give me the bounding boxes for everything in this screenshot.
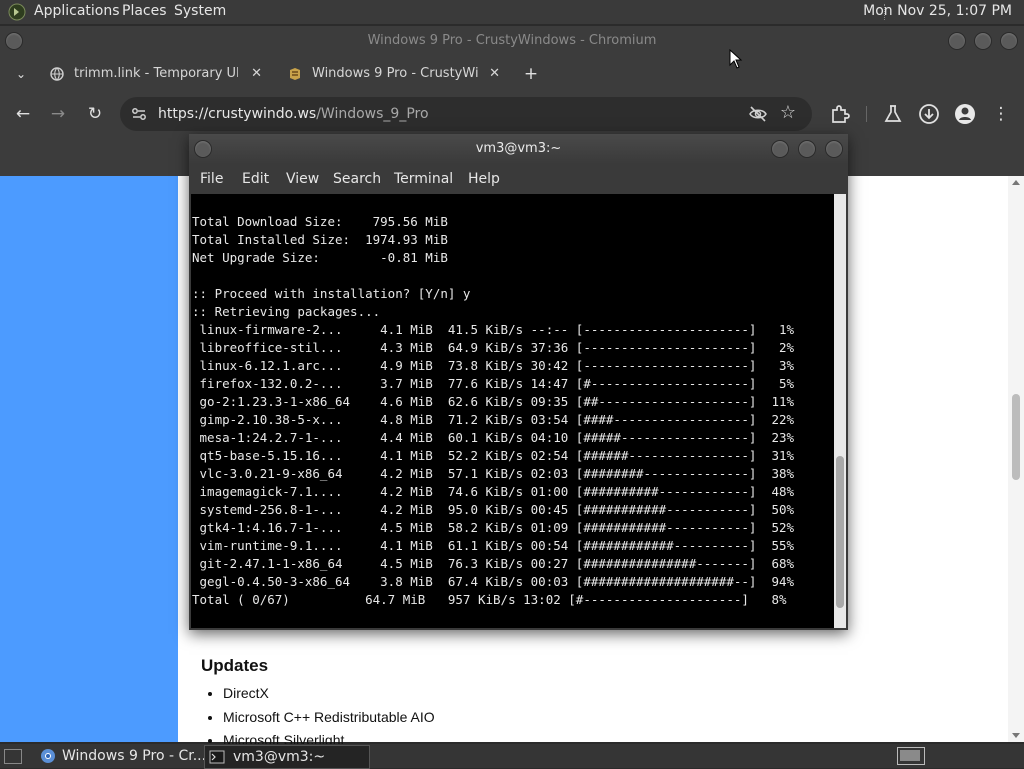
terminal-line: mesa-1:24.2.7-1-... 4.4 MiB 60.1 KiB/s 0… [192, 430, 795, 445]
tab-trimm-link[interactable]: trimm.link - Temporary URL ✕ [50, 60, 262, 88]
tab-strip: ⌄ trimm.link - Temporary URL ✕ Windows 9… [0, 56, 1024, 92]
terminal-menu-view[interactable]: View [286, 171, 319, 187]
taskbar-item-terminal[interactable]: vm3@vm3:~ [204, 745, 370, 769]
reload-icon[interactable]: ↻ [83, 102, 107, 126]
terminal-menu-edit[interactable]: Edit [242, 171, 269, 187]
toolbar-separator [866, 106, 867, 122]
address-bar[interactable]: https://crustywindo.ws/Windows_9_Pro ☆ [120, 97, 812, 131]
bottom-taskbar: Windows 9 Pro - Cr... vm3@vm3:~ [0, 744, 1024, 769]
terminal-menu-help[interactable]: Help [468, 171, 500, 187]
kebab-menu-icon[interactable]: ⋮ [989, 102, 1013, 126]
browser-titlebar[interactable]: Windows 9 Pro - CrustyWindows - Chromium [0, 26, 1024, 56]
tab-close-icon[interactable]: ✕ [489, 60, 500, 88]
tab-label: Windows 9 Pro - CrustyWindows [312, 66, 478, 81]
terminal-window-title: vm3@vm3:~ [475, 141, 562, 156]
taskbar-item-chromium[interactable]: Windows 9 Pro - Cr... [34, 745, 206, 767]
back-arrow-icon[interactable]: ← [11, 102, 35, 126]
tab-close-icon[interactable]: ✕ [251, 60, 262, 88]
page-scrollbar[interactable] [1008, 176, 1024, 742]
terminal-screen[interactable]: Total Download Size: 795.56 MiB Total In… [191, 194, 834, 628]
terminal-line: Total Download Size: 795.56 MiB [192, 214, 448, 229]
url-text[interactable]: https://crustywindo.ws/Windows_9_Pro [158, 97, 429, 131]
terminal-line: linux-firmware-2... 4.1 MiB 41.5 KiB/s -… [192, 322, 795, 337]
close-window-button[interactable] [1000, 32, 1018, 50]
taskbar-item-label: vm3@vm3:~ [233, 749, 326, 765]
list-item: Microsoft C++ Redistributable AIO [223, 706, 435, 730]
terminal-line: imagemagick-7.1.... 4.2 MiB 74.6 KiB/s 0… [192, 484, 795, 499]
terminal-line: :: Proceed with installation? [Y/n] y [192, 286, 471, 301]
url-host: https://crustywindo.ws [158, 106, 317, 122]
gnome-foot-icon[interactable] [8, 3, 26, 21]
terminal-window: vm3@vm3:~ File Edit View Search Terminal… [189, 134, 848, 630]
url-path: /Windows_9_Pro [316, 106, 429, 122]
window-menu-button[interactable] [194, 140, 212, 158]
terminal-line: linux-6.12.1.arc... 4.9 MiB 73.8 KiB/s 3… [192, 358, 795, 373]
menu-applications[interactable]: Applications [34, 3, 120, 19]
updates-heading: Updates [201, 656, 269, 675]
terminal-line: :: Retrieving packages... [192, 304, 381, 319]
tab-windows-9-pro[interactable]: Windows 9 Pro - CrustyWindows ✕ [288, 60, 500, 88]
panel-clock[interactable]: Mon Nov 25, 1:07 PM [863, 3, 1012, 19]
terminal-titlebar[interactable]: vm3@vm3:~ [189, 134, 848, 164]
terminal-line: Total Installed Size: 1974.93 MiB [192, 232, 448, 247]
site-info-tune-icon[interactable] [130, 105, 148, 123]
terminal-line: systemd-256.8-1-... 4.2 MiB 95.0 KiB/s 0… [192, 502, 795, 517]
show-desktop-icon[interactable] [4, 749, 22, 764]
tab-search-chevron-icon[interactable]: ⌄ [9, 62, 33, 86]
mouse-pointer-icon [729, 49, 743, 69]
terminal-line: gimp-2.10.38-5-x... 4.8 MiB 71.2 KiB/s 0… [192, 412, 795, 427]
close-window-button[interactable] [825, 140, 843, 158]
download-icon[interactable] [917, 102, 941, 126]
top-panel: Applications Places System Mon Nov 25, 1… [0, 0, 1024, 24]
terminal-line: qt5-base-5.15.16... 4.1 MiB 52.2 KiB/s 0… [192, 448, 795, 463]
menu-system[interactable]: System [174, 3, 226, 19]
eye-slash-icon[interactable] [748, 105, 768, 123]
terminal-line: firefox-132.0.2-... 3.7 MiB 77.6 KiB/s 1… [192, 376, 795, 391]
terminal-line: Net Upgrade Size: -0.81 MiB [192, 250, 448, 265]
forward-arrow-icon[interactable]: → [46, 102, 70, 126]
list-item: DirectX [223, 682, 435, 706]
scroll-up-arrow-icon[interactable] [1012, 180, 1020, 185]
terminal-menu-file[interactable]: File [200, 171, 223, 187]
terminal-scrollbar[interactable] [834, 194, 846, 628]
terminal-line: vlc-3.0.21-9-x86_64 4.2 MiB 57.1 KiB/s 0… [192, 466, 795, 481]
terminal-line: gtk4-1:4.16.7-1-... 4.5 MiB 58.2 KiB/s 0… [192, 520, 795, 535]
chromium-icon [41, 749, 55, 763]
browser-window-title: Windows 9 Pro - CrustyWindows - Chromium [367, 33, 657, 48]
terminal-scrollbar-thumb[interactable] [836, 456, 844, 608]
terminal-line: gegl-0.4.50-3-x86_64 3.8 MiB 67.4 KiB/s … [192, 574, 795, 589]
new-tab-button[interactable]: + [519, 62, 543, 86]
terminal-line: git-2.47.1-1-x86_64 4.5 MiB 76.3 KiB/s 0… [192, 556, 795, 571]
workspace-1[interactable] [900, 750, 920, 761]
page-scrollbar-thumb[interactable] [1012, 394, 1020, 480]
scroll-down-arrow-icon[interactable] [1012, 733, 1020, 738]
taskbar-item-label: Windows 9 Pro - Cr... [62, 748, 207, 764]
profile-avatar-icon[interactable] [953, 102, 977, 126]
minimize-button[interactable] [771, 140, 789, 158]
globe-icon [50, 67, 64, 81]
terminal-line: go-2:1.23.3-1-x86_64 4.6 MiB 62.6 KiB/s … [192, 394, 795, 409]
menu-places[interactable]: Places [122, 3, 167, 19]
minimize-button[interactable] [948, 32, 966, 50]
window-menu-button[interactable] [5, 32, 23, 50]
terminal-output: Total Download Size: 795.56 MiB Total In… [191, 194, 834, 609]
terminal-menu-terminal[interactable]: Terminal [394, 171, 453, 187]
workspace-switcher[interactable] [897, 747, 925, 765]
maximize-button[interactable] [798, 140, 816, 158]
extensions-puzzle-icon[interactable] [828, 102, 852, 126]
terminal-line: Total ( 0/67) 64.7 MiB 957 KiB/s 13:02 [… [192, 592, 787, 607]
terminal-line: libreoffice-stil... 4.3 MiB 64.9 KiB/s 3… [192, 340, 795, 355]
labs-flask-icon[interactable] [881, 102, 905, 126]
terminal-menu-search[interactable]: Search [333, 171, 381, 187]
terminal-icon [209, 750, 225, 764]
terminal-menubar: File Edit View Search Terminal Help [189, 164, 848, 194]
terminal-line: vim-runtime-9.1.... 4.1 MiB 61.1 KiB/s 0… [192, 538, 795, 553]
crustywindows-favicon-icon [290, 68, 300, 80]
bookmark-star-icon[interactable]: ☆ [778, 103, 798, 123]
maximize-button[interactable] [974, 32, 992, 50]
browser-toolbar: ← → ↻ https://crustywindo.ws/Windows_9_P… [0, 92, 1024, 136]
page-sidebar-band [0, 176, 178, 742]
updates-list: DirectX Microsoft C++ Redistributable AI… [205, 682, 435, 753]
tab-label: trimm.link - Temporary URL [74, 66, 238, 81]
